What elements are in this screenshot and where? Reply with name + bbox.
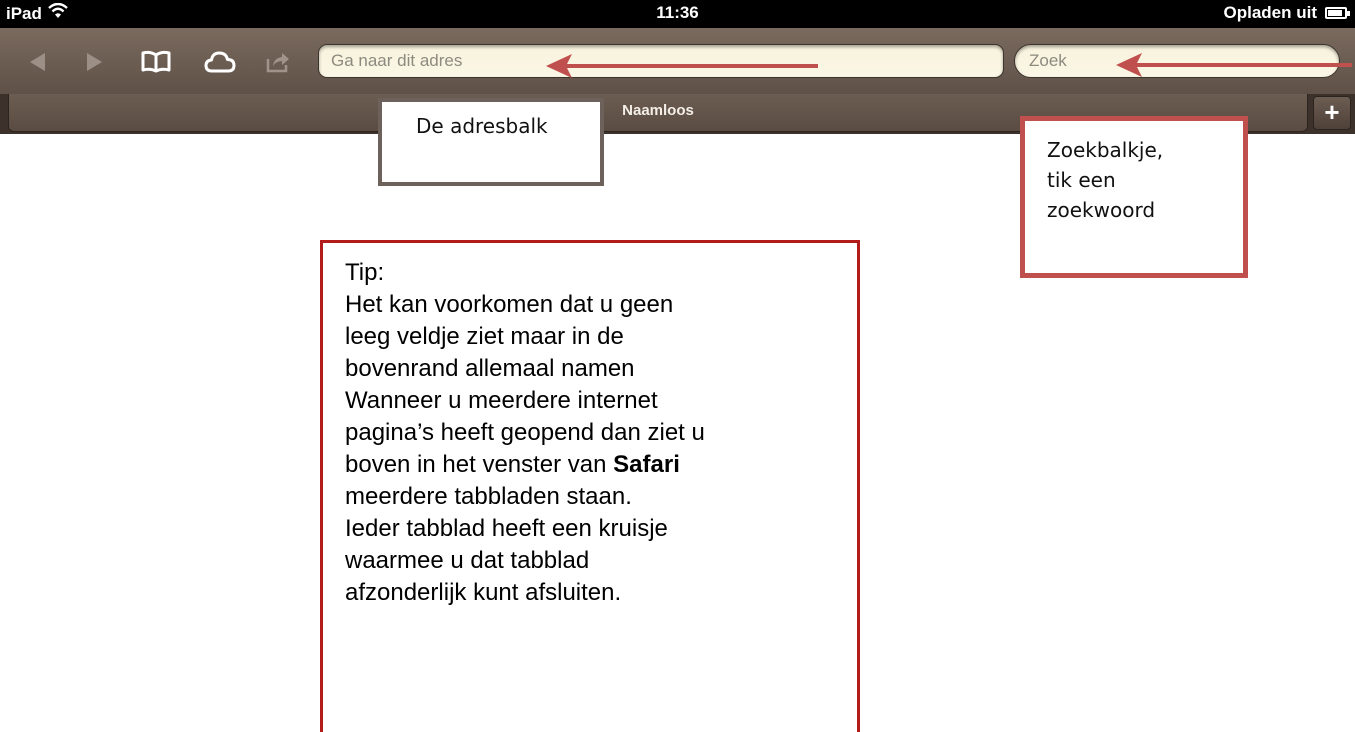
battery-level <box>1328 10 1343 16</box>
tip-line: pagina’s heeft geopend dan ziet u <box>345 419 705 446</box>
tip-line: boven in het venster van Safari <box>345 449 857 481</box>
tab-label: Naamloos <box>622 102 694 119</box>
tip-line: waarmee u dat tabblad <box>345 547 590 574</box>
search-callout-line: zoekwoord <box>1047 198 1156 222</box>
share-button[interactable] <box>258 42 298 82</box>
tip-line: afzonderlijk kunt afsluiten. <box>345 579 622 606</box>
cloud-icon <box>204 50 236 74</box>
address-callout: De adresbalk <box>378 98 604 186</box>
tip-line: Wanneer u meerdere internet <box>345 387 658 414</box>
address-callout-text: De adresbalk <box>416 114 548 138</box>
tip-box: Tip: Het kan voorkomen dat u geen leeg v… <box>320 240 860 732</box>
status-right: Opladen uit <box>1223 3 1350 23</box>
tip-line: Het kan voorkomen dat u geen <box>345 291 674 318</box>
tip-line-text: boven in het venster van <box>345 451 614 478</box>
search-callout-line: Zoekbalkje, <box>1047 138 1164 162</box>
status-bar: iPad 11:36 Opladen uit <box>0 0 1355 28</box>
share-arrow-icon <box>265 51 291 73</box>
new-tab-button[interactable]: + <box>1313 96 1351 130</box>
status-time: 11:36 <box>656 3 699 22</box>
safari-emphasis: Safari <box>613 451 680 478</box>
back-arrow-icon <box>27 51 49 73</box>
back-button[interactable] <box>18 42 58 82</box>
bookmarks-button[interactable] <box>136 42 176 82</box>
charging-status: Opladen uit <box>1223 3 1318 22</box>
tip-title: Tip: <box>345 259 385 286</box>
search-field[interactable] <box>1014 44 1340 78</box>
open-book-icon <box>141 50 171 74</box>
tip-line: Ieder tabblad heeft een kruisje <box>345 515 668 542</box>
tip-line: meerdere tabbladen staan. <box>345 483 632 510</box>
search-callout: Zoekbalkje, tik een zoekwoord <box>1020 116 1248 278</box>
tip-line: leeg veldje ziet maar in de <box>345 323 624 350</box>
forward-arrow-icon <box>83 51 105 73</box>
safari-toolbar <box>0 28 1355 95</box>
battery-icon <box>1325 7 1350 19</box>
address-bar[interactable] <box>318 44 1004 78</box>
search-callout-line: tik een <box>1047 168 1116 192</box>
screen: iPad 11:36 Opladen uit Ga naar dit adres… <box>0 0 1355 732</box>
icloud-button[interactable] <box>200 42 240 82</box>
forward-button[interactable] <box>74 42 114 82</box>
tip-line: bovenrand allemaal namen <box>345 355 635 382</box>
